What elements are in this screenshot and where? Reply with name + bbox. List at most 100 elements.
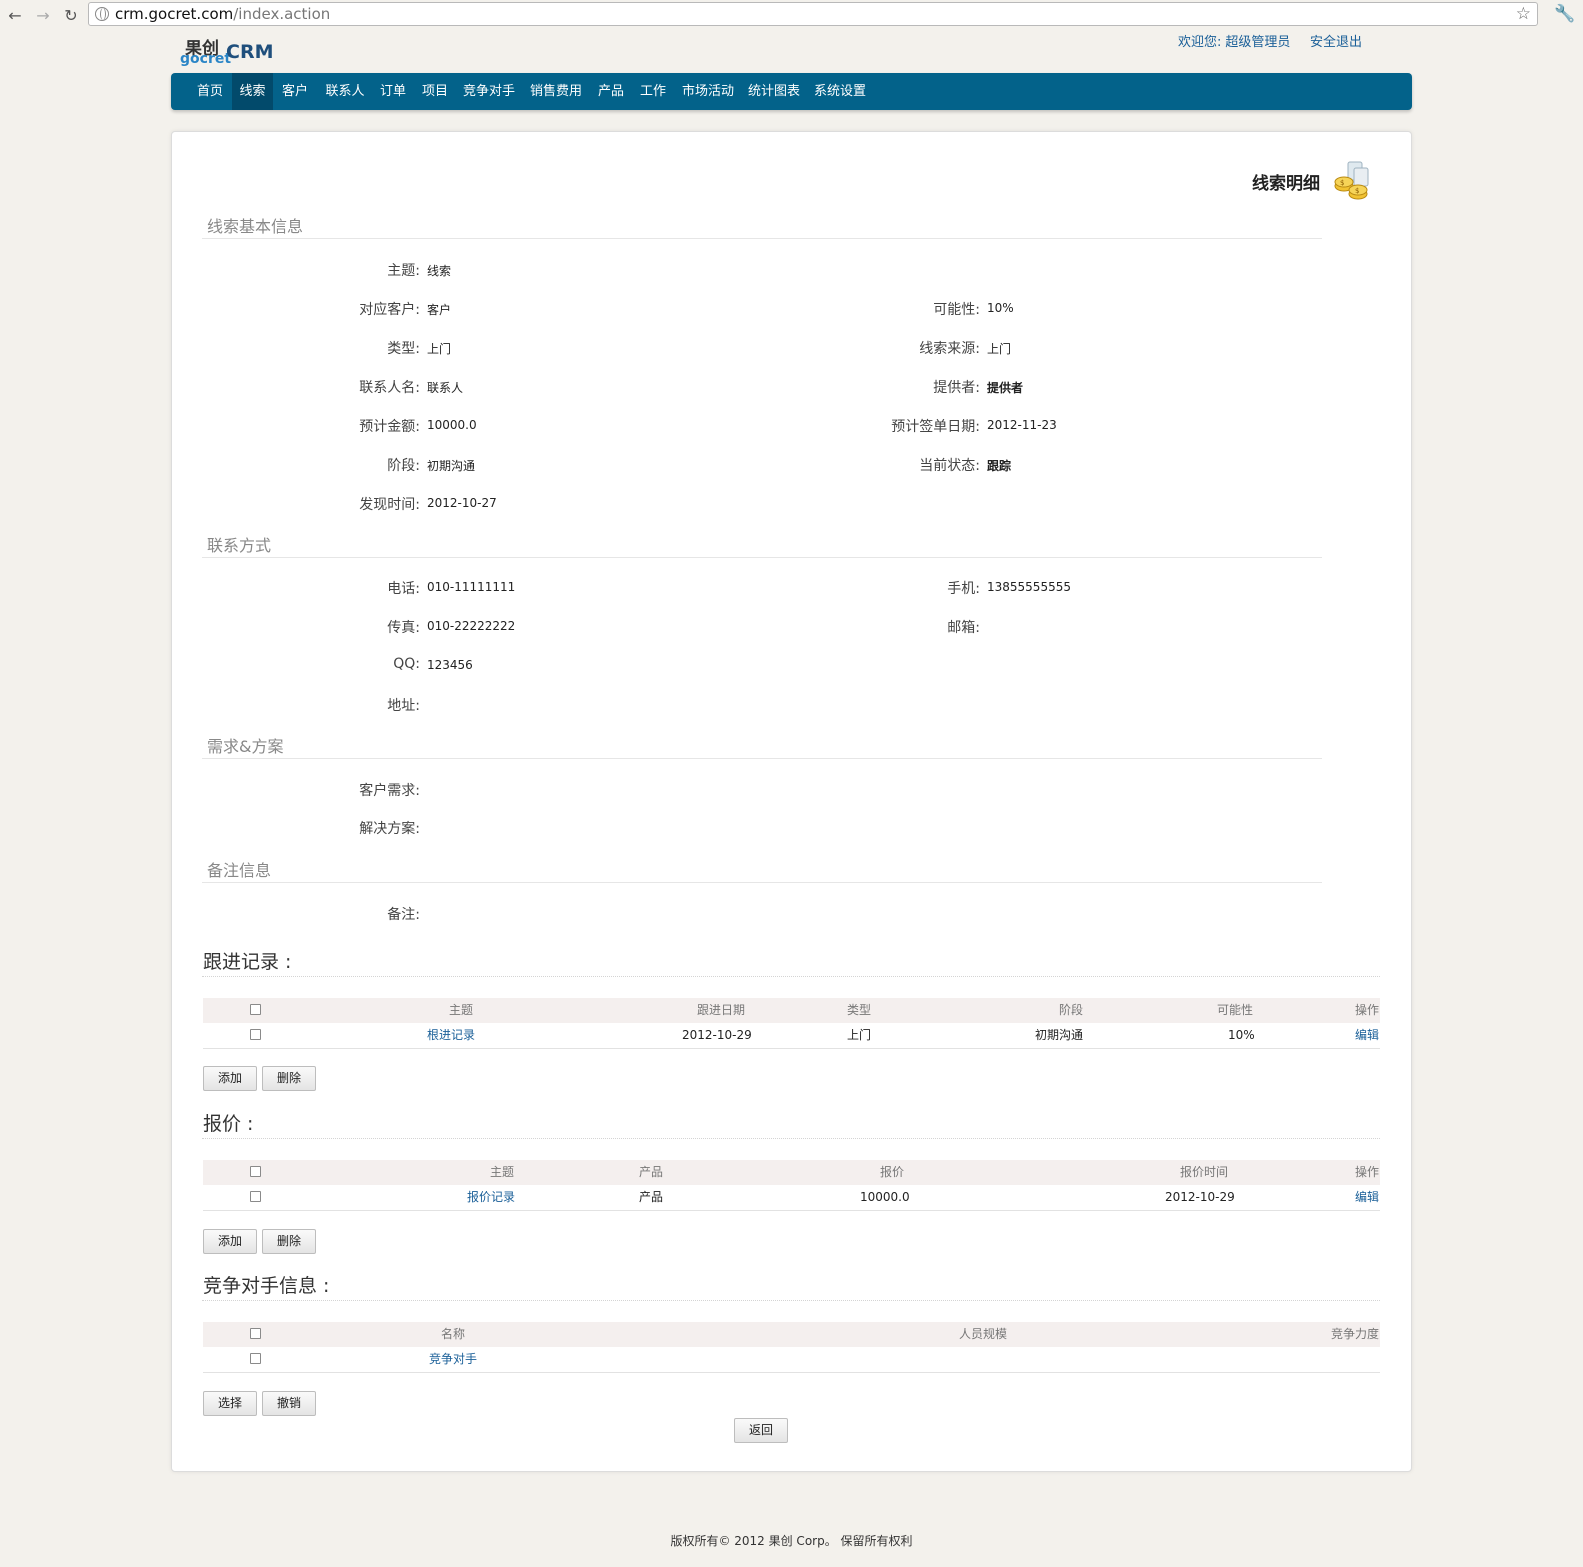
type-value: 上门 [427,342,452,356]
solution-label: 解决方案: [359,821,420,837]
menu-item-products[interactable]: 产品 [591,73,631,110]
subject-value: 线索 [427,264,452,278]
address-bar[interactable]: crm.gocret.com/index.action ☆ [88,2,1538,26]
user-name-link[interactable]: 超级管理员 [1225,35,1290,50]
menu-item-work[interactable]: 工作 [633,73,673,110]
sign-date-value: 2012-11-23 [987,418,1057,432]
menu-item-competitors[interactable]: 竞争对手 [458,73,520,110]
stage-value: 初期沟通 [427,459,476,473]
followup-delete-button[interactable]: 删除 [262,1066,316,1091]
money-coins-icon: $ $ [1334,161,1369,200]
menu-item-home[interactable]: 首页 [188,73,232,110]
section-needs-title: 需求&方案 [207,737,284,756]
address-label: 地址: [387,698,420,714]
competitor-cancel-button[interactable]: 撤销 [262,1391,316,1416]
phone-label: 电话: [387,581,420,597]
followup-edit-link[interactable]: 编辑 [1355,1023,1379,1048]
fax-value: 010-22222222 [427,619,516,633]
logo-en: gocret [180,51,232,67]
provider-label: 提供者: [933,380,980,396]
table-row: 根进记录 2012-10-29 上门 初期沟通 10% 编辑 [203,1023,1380,1049]
source-value: 上门 [987,342,1012,356]
row-checkbox[interactable] [250,1191,261,1202]
bookmark-star-icon[interactable]: ☆ [1516,4,1531,24]
select-all-checkbox[interactable] [250,1004,261,1015]
customer-label: 对应客户: [359,302,420,318]
col-staff-size: 人员规模 [959,1327,1008,1341]
qq-value: 123456 [427,658,473,672]
col-subject: 主题 [490,1165,515,1179]
mobile-label: 手机: [947,581,980,597]
menu-item-charts[interactable]: 统计图表 [743,73,805,110]
followup-probability: 10% [1228,1028,1255,1042]
app-logo[interactable]: 果创 gocret CRM [180,34,280,68]
row-checkbox[interactable] [250,1029,261,1040]
competitor-name-link[interactable]: 竞争对手 [429,1347,477,1372]
menu-item-sales-expenses[interactable]: 销售费用 [524,73,588,110]
reload-icon[interactable]: ↻ [60,4,82,26]
page-title: 线索明细 [1252,174,1320,194]
col-action: 操作 [1355,1003,1380,1017]
followup-stage: 初期沟通 [1035,1028,1084,1042]
section-basic-info-title: 线索基本信息 [207,217,304,236]
followup-date: 2012-10-29 [682,1028,752,1042]
url-path: /index.action [233,5,331,23]
menu-item-settings[interactable]: 系统设置 [809,73,871,110]
col-subject: 主题 [449,1003,474,1017]
sign-date-label: 预计签单日期: [891,419,980,435]
globe-icon [95,7,109,21]
col-quote-time: 报价时间 [1180,1165,1229,1179]
probability-label: 可能性: [933,302,980,318]
section-divider [202,238,1322,239]
col-stage: 阶段 [1059,1003,1084,1017]
found-time-value: 2012-10-27 [427,496,497,510]
svg-text:$: $ [1355,187,1359,195]
col-type: 类型 [847,1003,872,1017]
select-all-checkbox[interactable] [250,1328,261,1339]
row-checkbox[interactable] [250,1353,261,1364]
logout-link[interactable]: 安全退出 [1310,31,1362,50]
competitors-table-header: 名称 人员规模 竞争力度 [203,1322,1380,1347]
main-menu: 首页 线索 客户 联系人 订单 项目 竞争对手 销售费用 产品 工作 市场活动 … [171,73,1412,110]
followup-subject-link[interactable]: 根进记录 [427,1023,475,1048]
back-arrow-icon[interactable]: ← [4,4,26,26]
competitor-select-button[interactable]: 选择 [203,1391,257,1416]
demand-label: 客户需求: [359,783,420,799]
content-panel [171,131,1412,1472]
followup-add-button[interactable]: 添加 [203,1066,257,1091]
section-remarks-title: 备注信息 [207,861,272,880]
url-host: crm.gocret.com [115,5,234,23]
provider-value: 提供者 [987,381,1024,395]
status-value: 跟踪 [987,459,1012,473]
followups-table-header: 主题 跟进日期 类型 阶段 可能性 操作 [203,998,1380,1023]
amount-value: 10000.0 [427,418,477,432]
footer-copyright: 版权所有© 2012 果创 Corp。 保留所有权利 [670,1534,913,1548]
wrench-icon[interactable]: 🔧 [1554,4,1575,24]
phone-value: 010-11111111 [427,580,516,594]
col-name: 名称 [441,1327,466,1341]
welcome-text: 欢迎您: 超级管理员 [1178,31,1290,50]
back-button[interactable]: 返回 [734,1418,788,1443]
quote-delete-button[interactable]: 删除 [262,1229,316,1254]
menu-item-campaigns[interactable]: 市场活动 [677,73,739,110]
amount-label: 预计金额: [359,419,420,435]
quote-time: 2012-10-29 [1165,1190,1235,1204]
menu-item-orders[interactable]: 订单 [373,73,413,110]
status-label: 当前状态: [919,458,980,474]
quote-add-button[interactable]: 添加 [203,1229,257,1254]
menu-item-customers[interactable]: 客户 [275,73,315,110]
quote-subject-link[interactable]: 报价记录 [467,1185,515,1210]
select-all-checkbox[interactable] [250,1166,261,1177]
menu-item-leads[interactable]: 线索 [232,73,273,110]
followup-type: 上门 [847,1028,872,1042]
stage-label: 阶段: [387,458,420,474]
found-time-label: 发现时间: [359,497,420,513]
quote-edit-link[interactable]: 编辑 [1355,1185,1379,1210]
type-label: 类型: [387,341,420,357]
menu-item-projects[interactable]: 项目 [415,73,455,110]
menu-item-contacts[interactable]: 联系人 [319,73,371,110]
logo-crm: CRM [226,41,274,63]
quotes-table-header: 主题 产品 报价 报价时间 操作 [203,1160,1380,1185]
forward-arrow-icon[interactable]: → [32,4,54,26]
col-strength: 竞争力度 [1331,1327,1380,1341]
